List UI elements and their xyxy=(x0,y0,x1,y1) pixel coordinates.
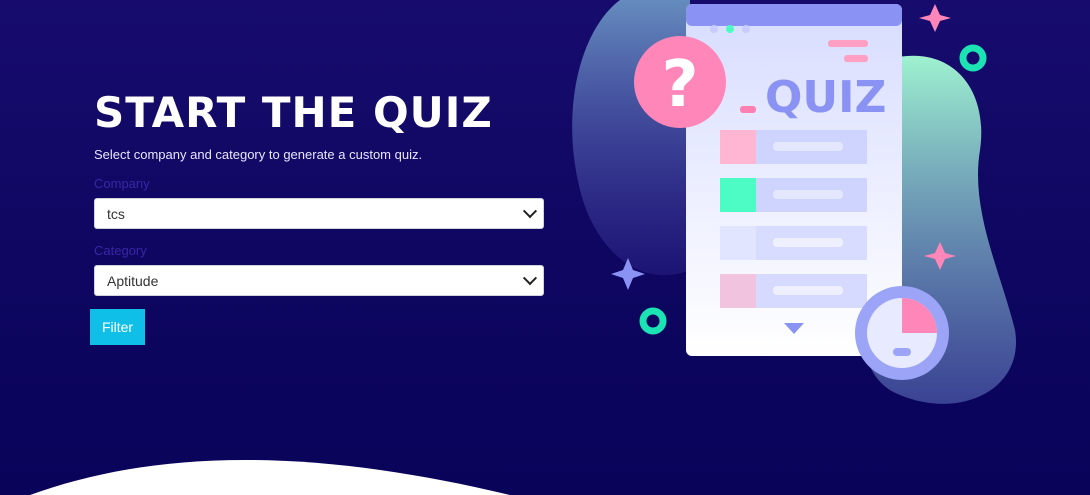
company-select-value: tcs xyxy=(107,205,125,222)
category-select[interactable]: Aptitude xyxy=(94,265,544,296)
company-select[interactable]: tcs xyxy=(94,198,544,229)
clock-icon xyxy=(855,286,949,380)
answer-row xyxy=(720,226,867,260)
quiz-form-panel: START THE QUIZ Select company and catego… xyxy=(90,85,550,345)
answer-row xyxy=(720,178,867,212)
ring-icon xyxy=(959,44,987,72)
hero-section: START THE QUIZ Select company and catego… xyxy=(0,0,1090,495)
page-subtitle: Select company and category to generate … xyxy=(94,147,423,162)
category-label: Category xyxy=(94,243,147,258)
question-mark: ? xyxy=(661,48,698,122)
ring-icon xyxy=(639,307,667,335)
quiz-word: QUIZ xyxy=(765,72,886,123)
filter-button[interactable]: Filter xyxy=(90,309,145,345)
chevron-down-icon xyxy=(522,203,538,218)
answer-row xyxy=(720,274,867,308)
question-mark-icon: ? xyxy=(634,36,726,128)
category-select-value: Aptitude xyxy=(107,272,159,289)
bottom-wave xyxy=(30,459,510,495)
company-label: Company xyxy=(94,176,150,191)
page-title: START THE QUIZ xyxy=(94,88,493,137)
quiz-illustration: QUIZ ? xyxy=(572,0,1017,404)
chevron-down-icon xyxy=(522,270,538,285)
answer-row xyxy=(720,130,867,164)
sparkle-icon xyxy=(919,4,951,32)
